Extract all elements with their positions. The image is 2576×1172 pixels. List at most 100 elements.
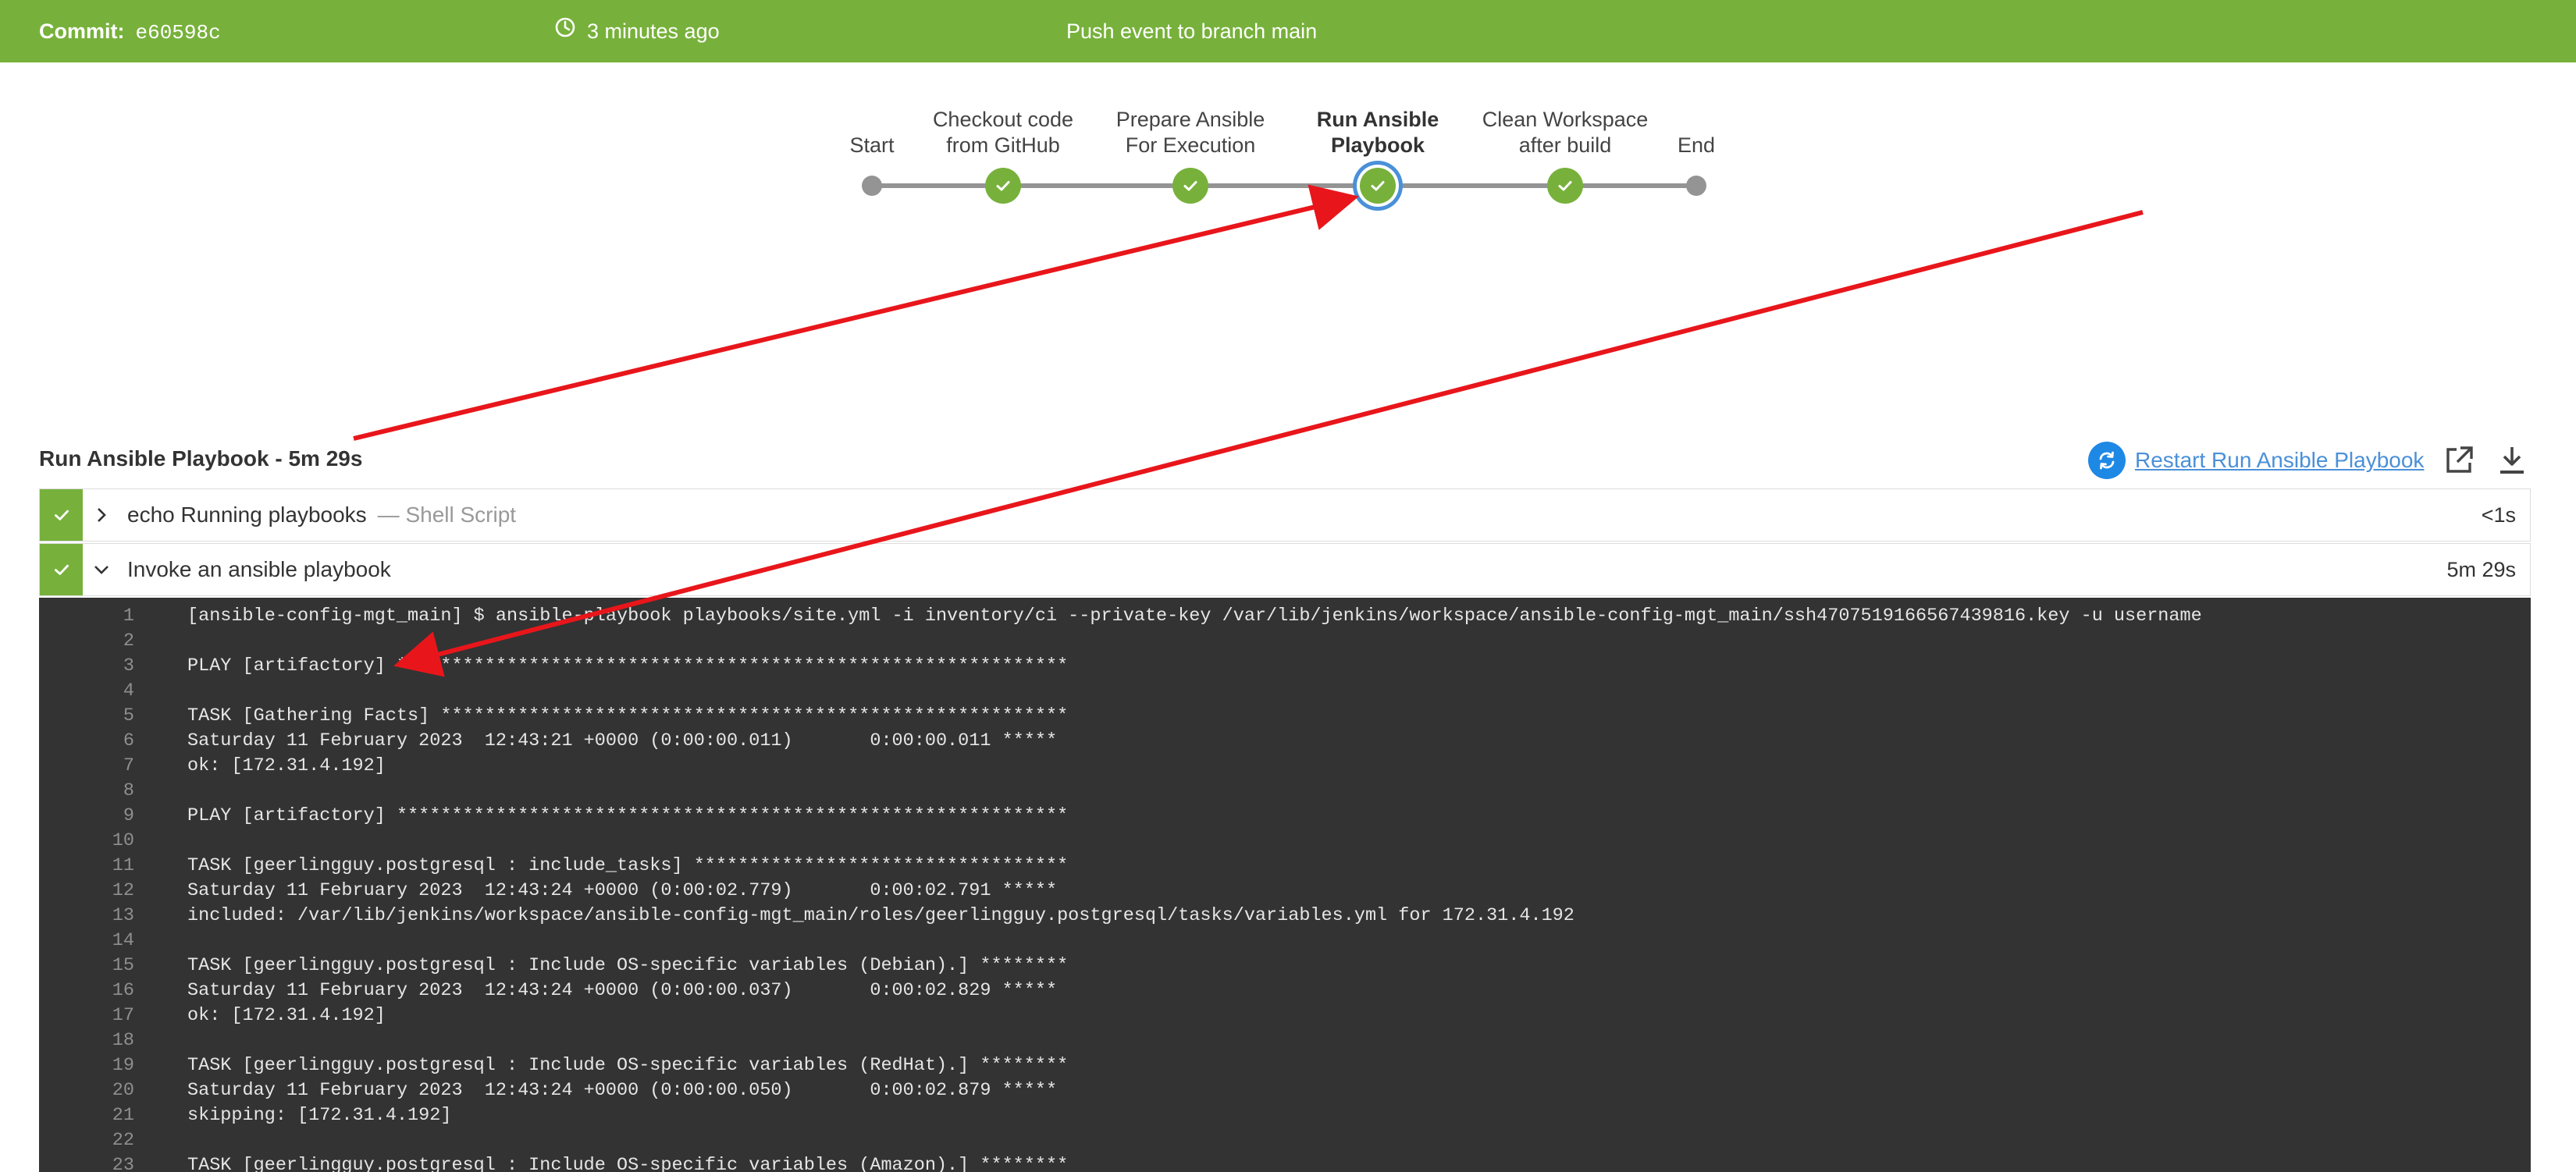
log-line-number[interactable]: 19 <box>39 1053 134 1078</box>
stage-label-run-ansible[interactable]: Run Ansible Playbook <box>1317 107 1439 158</box>
log-line-number[interactable]: 15 <box>39 954 134 978</box>
log-line-text: TASK [geerlingguy.postgresql : Include O… <box>187 955 1069 976</box>
log-line-number[interactable]: 8 <box>39 779 134 804</box>
check-icon <box>996 181 1010 191</box>
stage-label-clean-workspace-text: Clean Workspace after build <box>1482 108 1649 157</box>
log-line-number[interactable]: 14 <box>39 929 134 954</box>
log-line: 14 <box>39 929 2531 954</box>
log-line-number[interactable]: 10 <box>39 829 134 854</box>
log-line-text: [ansible-config-mgt_main] $ ansible-play… <box>187 606 2202 627</box>
stage-label-clean-workspace[interactable]: Clean Workspace after build <box>1482 107 1649 158</box>
restart-stage-button[interactable]: Restart Run Ansible Playbook <box>2088 441 2424 480</box>
log-line-text: PLAY [artifactory] *********************… <box>187 805 1069 826</box>
stage-label-start: Start <box>849 133 895 157</box>
stage-node-run-ansible[interactable] <box>1360 168 1396 204</box>
step-row[interactable]: Invoke an ansible playbook 5m 29s <box>39 543 2531 596</box>
step-name-text: Invoke an ansible playbook <box>127 557 391 581</box>
log-line: 1 [ansible-config-mgt_main] $ ansible-pla… <box>39 604 2531 629</box>
annotation-arrow <box>353 184 1359 441</box>
stage-node-start <box>862 176 882 196</box>
log-line-text: ok: [172.31.4.192] <box>187 1005 386 1026</box>
commit-hash[interactable]: e60598c <box>136 21 221 44</box>
log-line: 10 <box>39 829 2531 854</box>
step-name: echo Running playbooks — Shell Script <box>127 489 516 541</box>
pipeline-connector <box>1190 183 1378 188</box>
log-line: 15 TASK [geerlingguy.postgresql : Include… <box>39 954 2531 978</box>
check-icon <box>1183 181 1197 191</box>
log-line-number[interactable]: 5 <box>39 704 134 729</box>
log-line: 4 <box>39 679 2531 704</box>
log-line-text: TASK [geerlingguy.postgresql : Include O… <box>187 1055 1069 1076</box>
download-icon[interactable] <box>2498 445 2526 480</box>
clock-icon <box>554 0 576 62</box>
log-line-number[interactable]: 7 <box>39 754 134 779</box>
stage-node-clean-workspace[interactable] <box>1547 168 1583 204</box>
restart-stage-link[interactable]: Restart Run Ansible Playbook <box>2135 448 2424 473</box>
stage-node-checkout[interactable] <box>985 168 1021 204</box>
log-line-number[interactable]: 23 <box>39 1153 134 1172</box>
step-duration: <1s <box>2481 503 2516 527</box>
log-console[interactable]: 1 [ansible-config-mgt_main] $ ansible-pla… <box>39 598 2531 1172</box>
pipeline-connector <box>872 183 1003 188</box>
log-line-text: TASK [Gathering Facts] *****************… <box>187 705 1069 726</box>
step-name-text: echo Running playbooks <box>127 503 367 527</box>
stage-node-prepare[interactable] <box>1172 168 1208 204</box>
log-line-number[interactable]: 11 <box>39 854 134 879</box>
log-line-text: TASK [geerlingguy.postgresql : include_t… <box>187 855 1069 876</box>
log-line-number[interactable]: 4 <box>39 679 134 704</box>
log-line-text: ok: [172.31.4.192] <box>187 755 386 776</box>
log-line: 16 Saturday 11 February 2023 12:43:24 +00… <box>39 978 2531 1003</box>
log-line: 23 TASK [geerlingguy.postgresql : Include… <box>39 1153 2531 1172</box>
log-line: 11 TASK [geerlingguy.postgresql : include… <box>39 854 2531 879</box>
log-line-number[interactable]: 9 <box>39 804 134 829</box>
stage-label-checkout[interactable]: Checkout code from GitHub <box>933 107 1073 158</box>
step-row[interactable]: echo Running playbooks — Shell Script <1s <box>39 488 2531 542</box>
log-line-number[interactable]: 21 <box>39 1103 134 1128</box>
stage-label-checkout-text: Checkout code from GitHub <box>932 108 1074 157</box>
log-line-text: Saturday 11 February 2023 12:43:24 +0000… <box>187 980 1058 1001</box>
log-line-number[interactable]: 3 <box>39 654 134 679</box>
log-line: 21 skipping: [172.31.4.192] <box>39 1103 2531 1128</box>
run-cause: Push event to branch main <box>1066 20 1318 43</box>
chevron-down-icon[interactable] <box>93 561 110 578</box>
stage-label-prepare[interactable]: Prepare Ansible For Execution <box>1116 107 1265 158</box>
log-line: 3 PLAY [artifactory] ********************… <box>39 654 2531 679</box>
log-line-number[interactable]: 22 <box>39 1128 134 1153</box>
step-name: Invoke an ansible playbook <box>127 544 391 595</box>
commit-info: Commit: e60598c <box>39 0 221 62</box>
annotation-arrow <box>393 210 2144 677</box>
log-line-number[interactable]: 17 <box>39 1003 134 1028</box>
pipeline-connector <box>1565 183 1696 188</box>
stage-detail-title: Run Ansible Playbook - 5m 29s <box>39 446 363 471</box>
log-line-number[interactable]: 12 <box>39 879 134 904</box>
check-icon <box>54 564 69 575</box>
step-duration: 5m 29s <box>2446 558 2516 581</box>
log-line: 7 ok: [172.31.4.192] <box>39 754 2531 779</box>
log-line-number[interactable]: 16 <box>39 978 134 1003</box>
time-ago: 3 minutes ago <box>587 20 720 43</box>
pipeline-connector <box>1378 183 1565 188</box>
open-external-icon[interactable] <box>2443 445 2475 480</box>
step-status <box>40 489 83 541</box>
log-line: 13 included: /var/lib/jenkins/workspace/a… <box>39 904 2531 929</box>
log-line: 6 Saturday 11 February 2023 12:43:21 +000… <box>39 729 2531 754</box>
log-line: 17 ok: [172.31.4.192] <box>39 1003 2531 1028</box>
log-line-number[interactable]: 6 <box>39 729 134 754</box>
stage-label-end: End <box>1677 133 1716 157</box>
log-line-number[interactable]: 2 <box>39 629 134 654</box>
log-line-number[interactable]: 13 <box>39 904 134 929</box>
step-type: — Shell Script <box>377 503 517 527</box>
log-line-text: Saturday 11 February 2023 12:43:21 +0000… <box>187 730 1058 751</box>
restart-icon <box>2088 442 2126 479</box>
log-line-number[interactable]: 1 <box>39 604 134 629</box>
pipeline-connector <box>1003 183 1190 188</box>
chevron-right-icon[interactable] <box>93 506 110 524</box>
log-line: 22 <box>39 1128 2531 1153</box>
log-line: 18 <box>39 1028 2531 1053</box>
pipeline-graph: Start Checkout code from GitHub Prepare … <box>0 62 2576 218</box>
log-line-number[interactable]: 18 <box>39 1028 134 1053</box>
log-line-number[interactable]: 20 <box>39 1078 134 1103</box>
log-line: 8 <box>39 779 2531 804</box>
log-line: 20 Saturday 11 February 2023 12:43:24 +00… <box>39 1078 2531 1103</box>
run-time: 3 minutes ago <box>554 0 720 62</box>
